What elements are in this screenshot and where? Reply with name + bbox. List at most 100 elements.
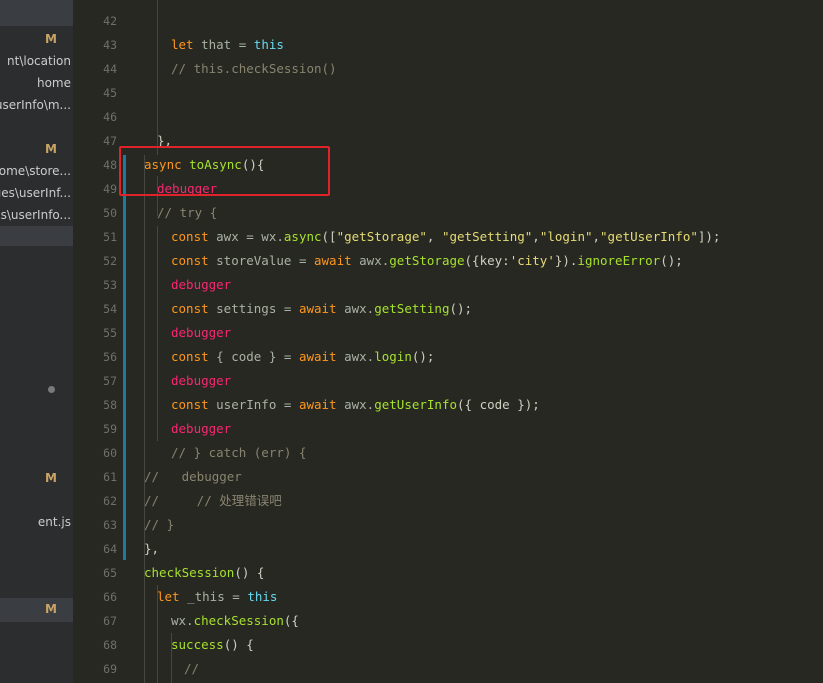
code-token: ({ code });: [457, 397, 540, 412]
code-line[interactable]: 61 // debugger: [73, 465, 823, 489]
file-explorer-sidebar: Mnt\location home \userInfo\m... Mhome\stor…: [0, 0, 74, 683]
code-text: // this.checkSession(): [171, 57, 337, 81]
sidebar-file-item[interactable]: nt\location: [0, 50, 73, 72]
git-modified-badge: M: [45, 471, 57, 485]
code-line[interactable]: 50 // try {: [73, 201, 823, 225]
code-text: debugger: [171, 273, 231, 297]
line-number: 51: [103, 230, 117, 244]
code-token: login: [374, 349, 412, 364]
git-modified-badge: M: [45, 32, 57, 46]
sidebar-file-label: home\store...: [0, 164, 71, 178]
sidebar-file-item[interactable]: M: [0, 467, 73, 489]
sidebar-file-item[interactable]: M: [0, 138, 73, 160]
code-line[interactable]: 67 wx.checkSession({: [73, 609, 823, 633]
line-number: 53: [103, 278, 117, 292]
code-line[interactable]: 57 debugger: [73, 369, 823, 393]
line-number: 55: [103, 326, 117, 340]
git-modified-badge: M: [45, 142, 57, 156]
sidebar-file-item[interactable]: home: [0, 72, 73, 94]
code-token: debugger: [171, 373, 232, 388]
code-line[interactable]: 64},: [73, 537, 823, 561]
code-line[interactable]: 58 const userInfo = await awx.getUserInfo…: [73, 393, 823, 417]
code-line[interactable]: 46: [73, 105, 823, 129]
code-token: that =: [193, 37, 254, 52]
code-token: success: [171, 637, 224, 652]
sidebar-file-item[interactable]: ges\userInfo...: [0, 204, 73, 226]
line-number: 43: [103, 38, 117, 52]
code-token: ,: [532, 229, 540, 244]
code-text: const userInfo = await awx.getUserInfo({…: [171, 393, 540, 417]
code-line[interactable]: 53 debugger: [73, 273, 823, 297]
code-token: "getSetting": [441, 229, 533, 244]
code-line[interactable]: 54 const settings = await awx.getSetting(…: [73, 297, 823, 321]
code-line[interactable]: 68 success() {: [73, 633, 823, 657]
sidebar-file-label: \userInfo\m...: [0, 98, 71, 112]
code-token: ignoreError: [577, 253, 661, 268]
sidebar-file-item[interactable]: \userInfo\m...: [0, 94, 73, 116]
code-line[interactable]: 66 let _this = this: [73, 585, 823, 609]
code-line[interactable]: 69 //: [73, 657, 823, 681]
code-token: const: [171, 301, 217, 316]
code-token: await: [314, 253, 360, 268]
line-number: 59: [103, 422, 117, 436]
code-text: // }: [144, 513, 174, 537]
code-text: let _this = this: [157, 585, 277, 609]
code-token: const: [171, 397, 217, 412]
code-token: // debugger: [144, 469, 242, 484]
code-editor[interactable]: 42 43 let that = this 44 // this.checkSessio…: [73, 0, 823, 683]
code-token: ,: [592, 229, 601, 244]
code-token: awx.: [344, 349, 375, 364]
sidebar-file-item[interactable]: M: [0, 598, 73, 620]
code-line[interactable]: 45: [73, 81, 823, 105]
line-number: 63: [103, 518, 117, 532]
code-token: checkSession: [144, 565, 235, 580]
code-token: let: [157, 589, 188, 604]
code-token: this: [247, 589, 278, 604]
code-token: ([: [321, 229, 337, 244]
code-text: let that = this: [171, 33, 284, 57]
code-line[interactable]: 55 debugger: [73, 321, 823, 345]
code-token: ();: [449, 301, 473, 316]
line-number: 56: [103, 350, 117, 364]
code-token: this: [253, 37, 284, 52]
code-token: storeValue =: [216, 253, 314, 268]
code-line[interactable]: 63 // }: [73, 513, 823, 537]
indent-guide: [171, 633, 172, 683]
code-line[interactable]: 62 // // 处理错误吧: [73, 489, 823, 513]
code-line[interactable]: 43 let that = this: [73, 33, 823, 57]
code-line[interactable]: 65 checkSession() {: [73, 561, 823, 585]
code-token: "getUserInfo": [600, 229, 698, 244]
sidebar-file-item[interactable]: ges\userInf...: [0, 182, 73, 204]
code-token: debugger: [171, 277, 232, 292]
code-token: ({: [283, 613, 299, 628]
code-line[interactable]: 51 const awx = wx.async(["getStorage", "g…: [73, 225, 823, 249]
code-token: await: [298, 349, 345, 364]
code-text: debugger: [171, 417, 231, 441]
code-text: debugger: [171, 369, 231, 393]
code-token: debugger: [171, 325, 232, 340]
indent-guide: [157, 226, 158, 441]
line-number: 64: [103, 542, 117, 556]
code-line[interactable]: 42: [73, 9, 823, 33]
code-line[interactable]: 52 const storeValue = await awx.getStorag…: [73, 249, 823, 273]
code-line[interactable]: 59 debugger: [73, 417, 823, 441]
code-token: ();: [411, 349, 435, 364]
code-text: //: [184, 657, 199, 681]
code-token: awx.: [359, 253, 390, 268]
sidebar-file-label: ent.js: [37, 515, 71, 529]
code-token: // try {: [157, 205, 218, 220]
line-number: 60: [103, 446, 117, 460]
red-highlight-box: [119, 146, 330, 196]
code-line[interactable]: 60 // } catch (err) {: [73, 441, 823, 465]
code-line[interactable]: 56 const { code } = await awx.login();: [73, 345, 823, 369]
code-token: getSetting: [374, 301, 450, 316]
sidebar-file-item[interactable]: ent.js: [0, 511, 73, 533]
sidebar-file-item[interactable]: home\store...: [0, 160, 73, 182]
sidebar-file-item[interactable]: M: [0, 28, 73, 50]
code-token: ,: [426, 229, 442, 244]
indent-guide: [157, 585, 158, 683]
code-token: userInfo =: [216, 397, 299, 412]
code-token: "login": [539, 229, 593, 244]
code-line[interactable]: 44 // this.checkSession(): [73, 57, 823, 81]
sidebar-selection-band: [0, 0, 73, 26]
